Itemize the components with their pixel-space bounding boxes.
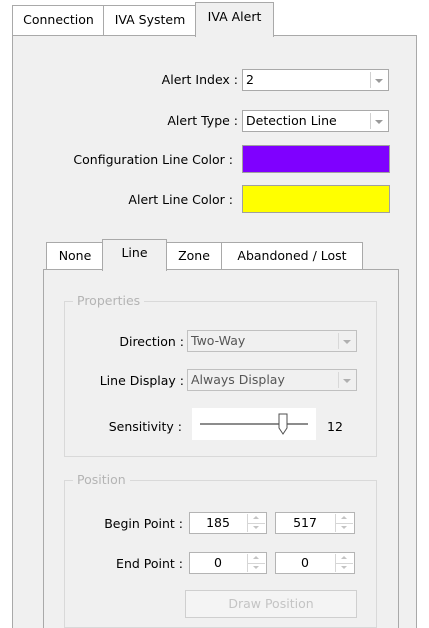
tab-iva-system[interactable]: IVA System: [103, 5, 197, 36]
chevron-down-icon[interactable]: [338, 372, 354, 388]
end-y-value: 0: [301, 555, 309, 570]
tab-label: Connection: [23, 12, 94, 27]
line-display-select[interactable]: Always Display: [187, 369, 357, 391]
end-x-value: 0: [214, 555, 222, 570]
chevron-down-icon[interactable]: [338, 333, 354, 349]
begin-y-value: 517: [293, 515, 317, 530]
tab-iva-alert[interactable]: IVA Alert: [195, 2, 274, 37]
tab-line[interactable]: Line: [102, 239, 167, 271]
slider-thumb-icon[interactable]: [278, 413, 288, 435]
alert-type-label: Alert Type :: [167, 113, 238, 128]
alert-index-value: 2: [246, 72, 254, 87]
begin-x-stepper[interactable]: 185: [189, 512, 267, 534]
direction-value: Two-Way: [191, 333, 246, 348]
begin-y-stepper[interactable]: 517: [275, 512, 355, 534]
stepper-down-icon[interactable]: [336, 523, 353, 532]
tab-zone[interactable]: Zone: [165, 242, 223, 270]
tab-label: Zone: [178, 248, 210, 263]
tab-label: IVA System: [114, 12, 186, 27]
begin-x-value: 185: [206, 515, 230, 530]
stepper-down-icon[interactable]: [248, 523, 265, 532]
sensitivity-slider[interactable]: [192, 408, 316, 440]
tab-label: Line: [121, 245, 148, 260]
sensitivity-label: Sensitivity :: [108, 419, 182, 434]
tab-label: IVA Alert: [207, 9, 262, 24]
direction-label: Direction :: [119, 334, 184, 349]
sensitivity-value: 12: [327, 419, 343, 434]
draw-position-button[interactable]: Draw Position: [185, 590, 357, 618]
tab-none[interactable]: None: [46, 242, 104, 270]
position-group-title: Position: [73, 472, 130, 487]
tab-label: Abandoned / Lost: [237, 248, 347, 263]
end-y-stepper[interactable]: 0: [275, 552, 355, 574]
alert-line-color-label: Alert Line Color :: [128, 192, 233, 207]
end-point-label: End Point :: [116, 556, 183, 571]
direction-select[interactable]: Two-Way: [187, 330, 357, 352]
alert-line-color-swatch[interactable]: [242, 185, 390, 213]
chevron-down-icon[interactable]: [370, 72, 386, 88]
stepper-down-icon[interactable]: [248, 563, 265, 572]
end-x-stepper[interactable]: 0: [189, 552, 267, 574]
properties-group-title: Properties: [73, 293, 145, 308]
tab-connection[interactable]: Connection: [12, 5, 105, 36]
config-line-color-label: Configuration Line Color :: [73, 152, 233, 167]
stepper-down-icon[interactable]: [336, 563, 353, 572]
slider-track: [200, 423, 308, 425]
line-display-value: Always Display: [191, 372, 285, 387]
chevron-down-icon[interactable]: [370, 113, 386, 129]
tab-abandoned-lost[interactable]: Abandoned / Lost: [221, 242, 363, 270]
line-display-label: Line Display :: [99, 373, 184, 388]
alert-type-value: Detection Line: [246, 113, 337, 128]
begin-point-label: Begin Point :: [104, 516, 183, 531]
alert-type-select[interactable]: Detection Line: [242, 110, 389, 132]
tab-label: None: [58, 248, 92, 263]
alert-index-select[interactable]: 2: [242, 69, 389, 91]
config-line-color-swatch[interactable]: [242, 145, 390, 173]
alert-index-label: Alert Index :: [161, 72, 238, 87]
